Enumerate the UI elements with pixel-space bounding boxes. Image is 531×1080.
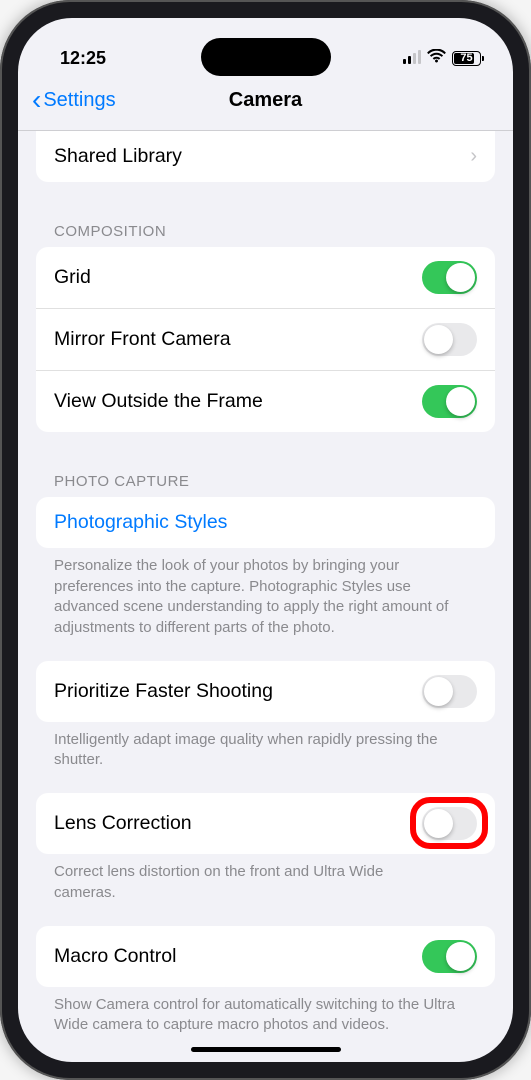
lens-label: Lens Correction <box>54 812 192 835</box>
lens-toggle-wrap <box>422 807 477 840</box>
chevron-right-icon: › <box>470 145 477 168</box>
lens-footer: Correct lens distortion on the front and… <box>18 854 513 903</box>
group-faster: Prioritize Faster Shooting <box>36 661 495 722</box>
macro-label: Macro Control <box>54 945 176 968</box>
faster-footer: Intelligently adapt image quality when r… <box>18 722 513 771</box>
grid-toggle[interactable] <box>422 261 477 294</box>
outside-row: View Outside the Frame <box>36 370 495 432</box>
outside-label: View Outside the Frame <box>54 390 263 413</box>
home-indicator[interactable] <box>191 1047 341 1052</box>
outside-toggle[interactable] <box>422 385 477 418</box>
phone-frame: 12:25 75 ‹ Settings Camera <box>0 0 531 1080</box>
mirror-row: Mirror Front Camera <box>36 308 495 370</box>
macro-footer: Show Camera control for automatically sw… <box>18 987 513 1036</box>
shared-library-label: Shared Library <box>54 145 182 168</box>
faster-toggle[interactable] <box>422 675 477 708</box>
group-lens: Lens Correction <box>36 793 495 854</box>
composition-header: COMPOSITION <box>18 216 513 247</box>
photo-capture-header: PHOTO CAPTURE <box>18 466 513 497</box>
styles-footer: Personalize the look of your photos by b… <box>18 548 513 639</box>
group-macro: Macro Control <box>36 926 495 987</box>
photographic-styles-label: Photographic Styles <box>54 511 227 534</box>
faster-row: Prioritize Faster Shooting <box>36 661 495 722</box>
cellular-icon <box>403 52 422 64</box>
back-label: Settings <box>43 89 115 112</box>
lens-row: Lens Correction <box>36 793 495 854</box>
status-time: 12:25 <box>60 48 106 69</box>
mirror-label: Mirror Front Camera <box>54 328 231 351</box>
macro-row: Macro Control <box>36 926 495 987</box>
grid-row: Grid <box>36 247 495 308</box>
back-button[interactable]: ‹ Settings <box>32 84 116 116</box>
group-shared-library: Shared Library › <box>36 131 495 182</box>
chevron-left-icon: ‹ <box>32 84 41 116</box>
mirror-toggle[interactable] <box>422 323 477 356</box>
macro-toggle[interactable] <box>422 940 477 973</box>
shared-library-row[interactable]: Shared Library › <box>36 131 495 182</box>
photographic-styles-row[interactable]: Photographic Styles <box>36 497 495 548</box>
status-right: 75 <box>403 48 482 68</box>
dynamic-island <box>201 38 331 76</box>
page-title: Camera <box>229 89 302 112</box>
grid-label: Grid <box>54 266 91 289</box>
screen: 12:25 75 ‹ Settings Camera <box>18 18 513 1062</box>
group-styles: Photographic Styles <box>36 497 495 548</box>
content[interactable]: Shared Library › COMPOSITION Grid Mirror… <box>18 131 513 1055</box>
group-composition: Grid Mirror Front Camera View Outside th… <box>36 247 495 432</box>
battery-icon: 75 <box>452 51 481 66</box>
lens-toggle[interactable] <box>422 807 477 840</box>
nav-bar: ‹ Settings Camera <box>18 76 513 131</box>
faster-label: Prioritize Faster Shooting <box>54 680 273 703</box>
privacy-link[interactable]: About Camera and ARKit & Privacy… <box>18 1036 513 1055</box>
wifi-icon <box>427 48 446 68</box>
